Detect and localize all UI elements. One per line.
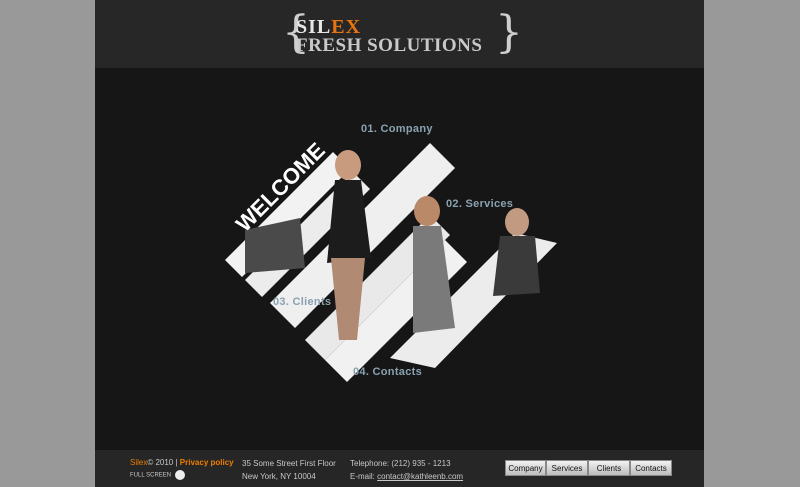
footer: Silex© 2010 | Privacy policy FULL SCREEN… <box>95 450 704 487</box>
page: { SILEX FRESH SOLUTIONS } WELCOME 01. Co… <box>95 0 704 487</box>
fullscreen-toggle-icon[interactable] <box>175 470 186 480</box>
fullscreen-control[interactable]: FULL SCREEN <box>130 470 186 480</box>
footer-button-clients[interactable]: Clients <box>588 460 630 476</box>
email-link[interactable]: contact@kathleenb.com <box>377 472 463 481</box>
menu-clients[interactable]: 03. Clients <box>273 296 331 308</box>
logo-name: SILEX <box>296 16 362 38</box>
footer-copyright: Silex© 2010 | Privacy policy <box>130 458 234 467</box>
menu-contacts[interactable]: 04. Contacts <box>353 366 422 378</box>
footer-button-company[interactable]: Company <box>505 460 546 476</box>
hero-stage: WELCOME 01. Company 02. Services 03. Cli… <box>95 68 704 450</box>
menu-company[interactable]: 01. Company <box>361 123 433 135</box>
email-row: E-mail: contact@kathleenb.com <box>350 472 464 481</box>
header: { SILEX FRESH SOLUTIONS } <box>95 0 704 68</box>
menu-services[interactable]: 02. Services <box>446 198 513 210</box>
footer-button-services[interactable]: Services <box>546 460 588 476</box>
footer-brand: Silex <box>130 458 148 467</box>
privacy-policy-link[interactable]: Privacy policy <box>180 458 234 467</box>
logo-tagline: FRESH SOLUTIONS <box>296 35 483 56</box>
address-line1: 35 Some Street First Floor <box>242 459 336 468</box>
fullscreen-label: FULL SCREEN <box>130 472 172 479</box>
logo-brace-right: } <box>495 7 523 58</box>
address-line2: New York, NY 10004 <box>242 472 316 481</box>
footer-button-contacts[interactable]: Contacts <box>630 460 672 476</box>
telephone: Telephone: (212) 935 - 1213 <box>350 459 451 468</box>
logo[interactable]: { SILEX FRESH SOLUTIONS } <box>282 9 523 60</box>
